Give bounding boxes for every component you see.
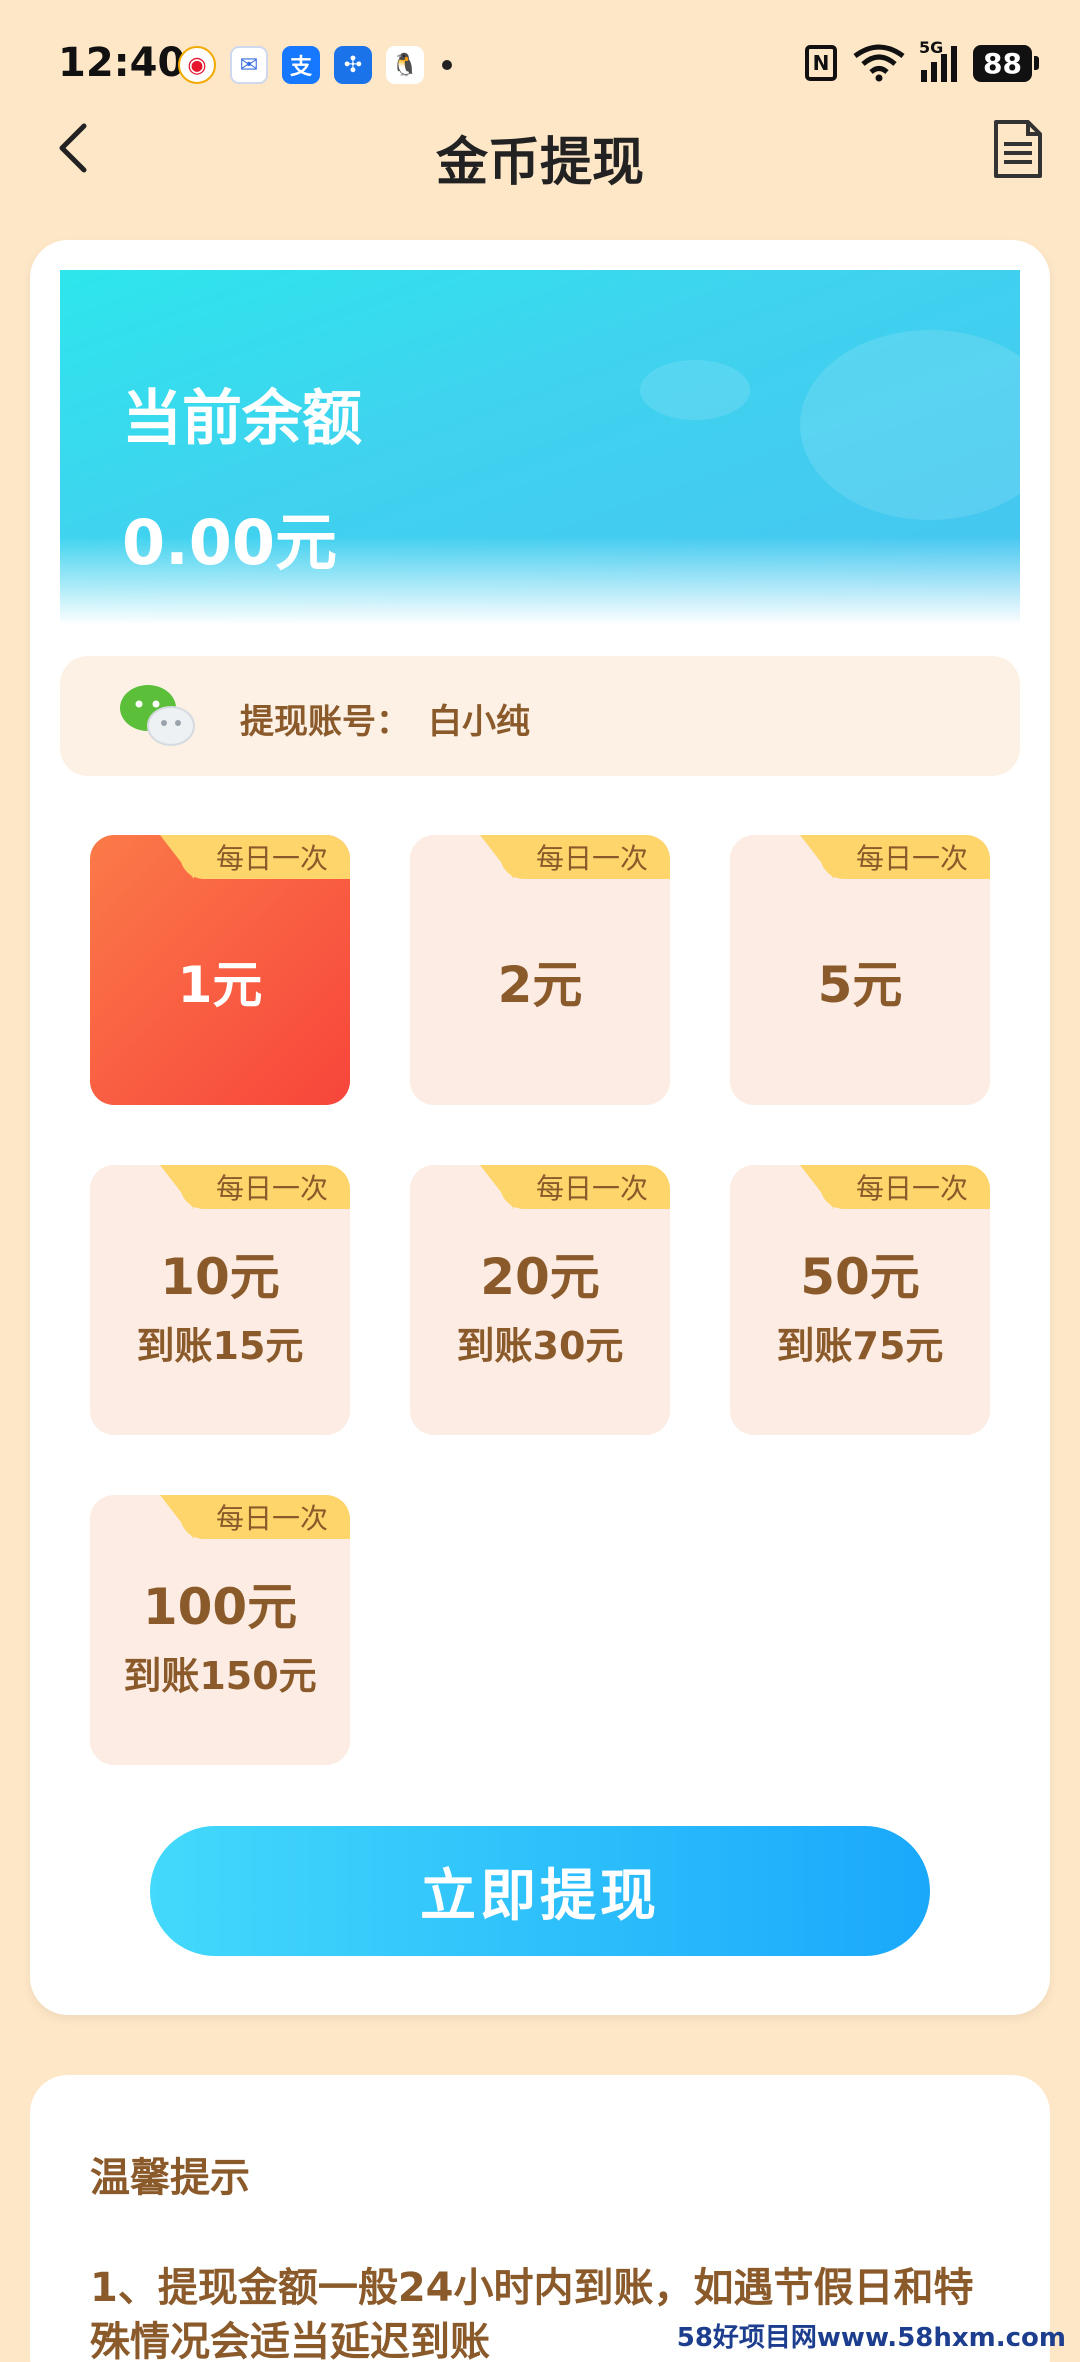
signal-icon: 5G (919, 38, 958, 82)
balance-label: 当前余额 (122, 384, 362, 454)
withdraw-account-row[interactable]: 提现账号： 白小纯 (60, 656, 1020, 776)
daily-once-tag: 每日一次 (160, 1495, 350, 1539)
withdraw-now-button[interactable]: 立即提现 (150, 1826, 930, 1956)
option-bonus: 到账75元 (776, 1324, 944, 1368)
daily-once-tag: 每日一次 (800, 835, 990, 879)
option-amount: 20元 (480, 1248, 600, 1306)
alipay-icon: 支 (282, 46, 320, 84)
option-bonus: 到账30元 (456, 1324, 624, 1368)
option-amount: 10元 (160, 1248, 280, 1306)
account-label: 提现账号： (240, 702, 410, 742)
qq-icon: 🐧 (386, 46, 424, 84)
watermark: 58好项目网www.58hxm.com (676, 2323, 1066, 2353)
balance-value: 0.00元 (122, 506, 337, 579)
status-bar: 12:40 ◉ ✉ 支 ✣ 🐧 N 5G 88 (0, 0, 1080, 130)
amount-option-2[interactable]: 每日一次 2元 (410, 835, 670, 1105)
amount-option-100[interactable]: 每日一次 100元 到账150元 (90, 1495, 350, 1765)
notification-icons: ◉ ✉ 支 ✣ 🐧 (178, 46, 452, 84)
nfc-icon: N (805, 45, 838, 81)
amount-option-1[interactable]: 每日一次 1元 (90, 835, 350, 1105)
option-amount: 50元 (800, 1248, 920, 1306)
wechat-icon (120, 685, 195, 746)
wifi-icon (853, 44, 905, 82)
weibo-icon: ◉ (178, 46, 216, 84)
banner-bubble (800, 330, 1020, 520)
message-icon: ✉ (230, 46, 268, 84)
option-amount: 100元 (142, 1578, 298, 1636)
daily-once-tag: 每日一次 (160, 835, 350, 879)
amount-option-10[interactable]: 每日一次 10元 到账15元 (90, 1165, 350, 1435)
option-amount: 2元 (497, 956, 583, 1014)
withdraw-card: 当前余额 0.00元 提现账号： 白小纯 每日一次 1元 每日一次 2元 每日一… (30, 240, 1050, 2015)
tips-title: 温馨提示 (90, 2155, 250, 2201)
banner-bubble (640, 360, 750, 420)
balance-banner: 当前余额 0.00元 (60, 270, 1020, 625)
daily-once-tag: 每日一次 (480, 1165, 670, 1209)
daily-once-tag: 每日一次 (800, 1165, 990, 1209)
amount-option-50[interactable]: 每日一次 50元 到账75元 (730, 1165, 990, 1435)
amount-option-20[interactable]: 每日一次 20元 到账30元 (410, 1165, 670, 1435)
amount-option-5[interactable]: 每日一次 5元 (730, 835, 990, 1105)
option-bonus: 到账150元 (123, 1654, 317, 1698)
daily-once-tag: 每日一次 (160, 1165, 350, 1209)
page-title: 金币提现 (435, 133, 644, 193)
option-amount: 1元 (177, 956, 263, 1014)
pinwheel-icon: ✣ (334, 46, 372, 84)
account-name: 白小纯 (428, 702, 530, 742)
option-bonus: 到账15元 (136, 1324, 304, 1368)
battery-indicator: 88 (973, 44, 1039, 82)
option-amount: 5元 (817, 956, 903, 1014)
more-notifications-dot (442, 60, 452, 70)
network-type: 5G (919, 38, 944, 57)
daily-once-tag: 每日一次 (480, 835, 670, 879)
status-time: 12:40 (58, 40, 186, 86)
status-right: N 5G 88 (805, 38, 1039, 82)
record-document-icon[interactable] (992, 118, 1044, 180)
